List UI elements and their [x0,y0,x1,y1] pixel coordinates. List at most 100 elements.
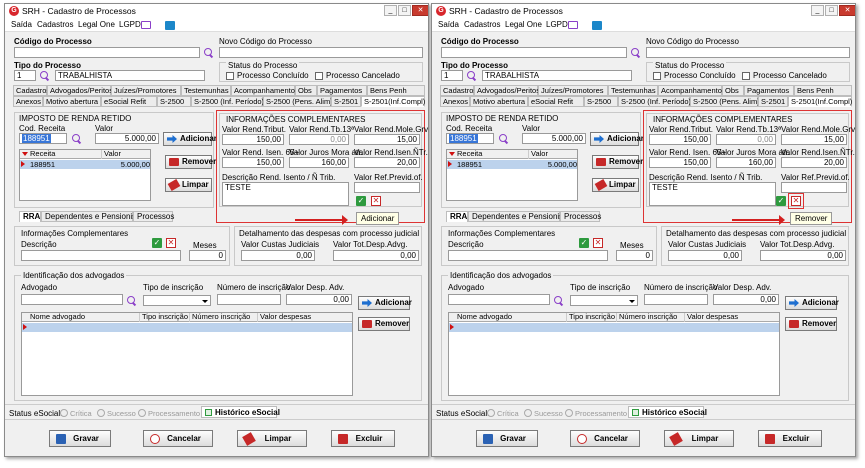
valor-desp-input[interactable]: 0,00 [286,294,352,305]
tab-cadastros[interactable]: Cadastros [440,85,477,96]
menu-legal-one[interactable]: Legal One [78,20,115,29]
desp-input[interactable]: 0,00 [760,250,846,261]
irr-remover-button[interactable]: Remover [165,155,216,169]
maximize-button[interactable]: □ [398,5,411,16]
num-inscricao-input[interactable] [217,294,281,305]
adv-adicionar-button[interactable]: Adicionar [785,296,839,310]
table-row[interactable] [22,323,352,332]
menu-cadastros[interactable]: Cadastros [37,20,73,29]
irr-remover-button[interactable]: Remover [592,155,643,169]
tab-pagamentos[interactable]: Pagamentos [317,85,367,96]
search-icon[interactable] [554,296,562,304]
subtab-processos[interactable]: Processos [133,211,174,222]
menu-saida[interactable]: Saída [11,20,32,29]
tipo-inscricao-select[interactable] [143,295,211,306]
refprev-input[interactable] [781,182,847,193]
num-inscricao-input[interactable] [644,294,708,305]
adv-adicionar-button[interactable]: Adicionar [358,296,412,310]
historico-esocial-tab[interactable]: Histórico eSocial [201,406,280,418]
search-icon[interactable] [40,71,48,79]
close-button[interactable]: ✕ [839,5,855,16]
menu-lgpd[interactable]: LGPD [546,20,568,29]
irr-limpar-button[interactable]: Limpar [592,178,639,192]
tab-juizes[interactable]: Juízes/Promotores [111,85,181,96]
tab-advogados[interactable]: Advogados/Peritos [474,85,540,96]
table-row[interactable]: 188951 5.000,00 [20,160,150,169]
monitor-icon[interactable] [568,21,578,29]
irr-adicionar-button[interactable]: Adicionar [590,132,644,146]
advogado-input[interactable] [448,294,550,305]
desc-textarea[interactable]: TESTE [649,182,776,206]
f3-input[interactable]: 15,00 [781,134,847,145]
subtab-rra[interactable]: RRA [19,211,41,222]
tab-esocial-refit[interactable]: eSocial Refit [528,96,584,107]
close-button[interactable]: ✕ [412,5,428,16]
confirm-icon[interactable]: ✓ [356,196,366,206]
tab-s2500[interactable]: S-2500 [157,96,191,107]
search-icon[interactable] [204,48,212,56]
irr-grid[interactable]: Receita Valor 188951 5.000,00 [446,149,578,201]
descricao-input[interactable] [448,250,608,261]
tipo-code-input[interactable]: 1 [441,70,463,81]
minimize-button[interactable]: _ [384,5,397,16]
tab-s2500-pens[interactable]: S-2500 (Pens. Alim) [690,96,760,107]
menu-cadastros[interactable]: Cadastros [464,20,500,29]
tab-testemunhas[interactable]: Testemunhas [608,85,658,96]
gravar-button[interactable]: Gravar [476,430,538,447]
f5-input[interactable]: 160,00 [716,157,776,168]
tipo-code-input[interactable]: 1 [14,70,36,81]
desc-textarea[interactable]: TESTE [222,182,349,206]
minimize-button[interactable]: _ [811,5,824,16]
subtab-processos[interactable]: Processos [560,211,601,222]
search-icon[interactable] [499,134,507,142]
irr-grid[interactable]: Receita Valor 188951 5.000,00 [19,149,151,201]
irr-adicionar-button[interactable]: Adicionar [163,132,217,146]
gravar-button[interactable]: Gravar [49,430,111,447]
tipo-inscricao-select[interactable] [570,295,638,306]
f1-input[interactable]: 150,00 [649,134,711,145]
concluido-checkbox[interactable] [226,72,234,80]
confirm-icon[interactable]: ✓ [152,238,162,248]
cod-receita-input[interactable]: 188951 [19,133,67,144]
app-icon[interactable] [592,21,602,30]
menu-legal-one[interactable]: Legal One [505,20,542,29]
tab-testemunhas[interactable]: Testemunhas [181,85,231,96]
search-icon[interactable] [72,134,80,142]
irr-limpar-button[interactable]: Limpar [165,178,212,192]
codigo-input[interactable] [14,47,200,58]
tab-s2500-periodo[interactable]: S-2500 (Inf. Período) [618,96,691,107]
cancelar-button[interactable]: Cancelar [570,430,640,447]
cancel-icon[interactable]: ✕ [371,196,381,206]
tab-s2501[interactable]: S-2501 [758,96,788,107]
valor-input[interactable]: 5.000,00 [522,133,586,144]
limpar-button[interactable]: Limpar [237,430,307,447]
descricao-input[interactable] [21,250,181,261]
cancelado-checkbox[interactable] [742,72,750,80]
meses-input[interactable]: 0 [616,250,653,261]
excluir-button[interactable]: Excluir [331,430,395,447]
menu-lgpd[interactable]: LGPD [119,20,141,29]
tab-s2500[interactable]: S-2500 [584,96,618,107]
codigo-input[interactable] [441,47,627,58]
confirm-icon[interactable]: ✓ [776,196,786,206]
f4-input[interactable]: 150,00 [649,157,711,168]
monitor-icon[interactable] [141,21,151,29]
table-row[interactable]: 188951 5.000,00 [447,160,577,169]
adv-remover-button[interactable]: Remover [358,317,410,331]
subtab-rra[interactable]: RRA [446,211,468,222]
concluido-checkbox[interactable] [653,72,661,80]
f2-input[interactable]: 0,00 [716,134,776,145]
adv-remover-button[interactable]: Remover [785,317,837,331]
tab-obs[interactable]: Obs [722,85,744,96]
desp-input[interactable]: 0,00 [333,250,419,261]
subtab-dependentes[interactable]: Dependentes e Pensionistas [41,211,147,222]
cancel-icon[interactable]: ✕ [166,238,176,248]
tab-esocial-refit[interactable]: eSocial Refit [101,96,157,107]
tab-juizes[interactable]: Juízes/Promotores [538,85,608,96]
valor-input[interactable]: 5.000,00 [95,133,159,144]
app-icon[interactable] [165,21,175,30]
tab-cadastros[interactable]: Cadastros [13,85,50,96]
tab-s2500-periodo[interactable]: S-2500 (Inf. Período) [191,96,264,107]
f3-input[interactable]: 15,00 [354,134,420,145]
maximize-button[interactable]: □ [825,5,838,16]
